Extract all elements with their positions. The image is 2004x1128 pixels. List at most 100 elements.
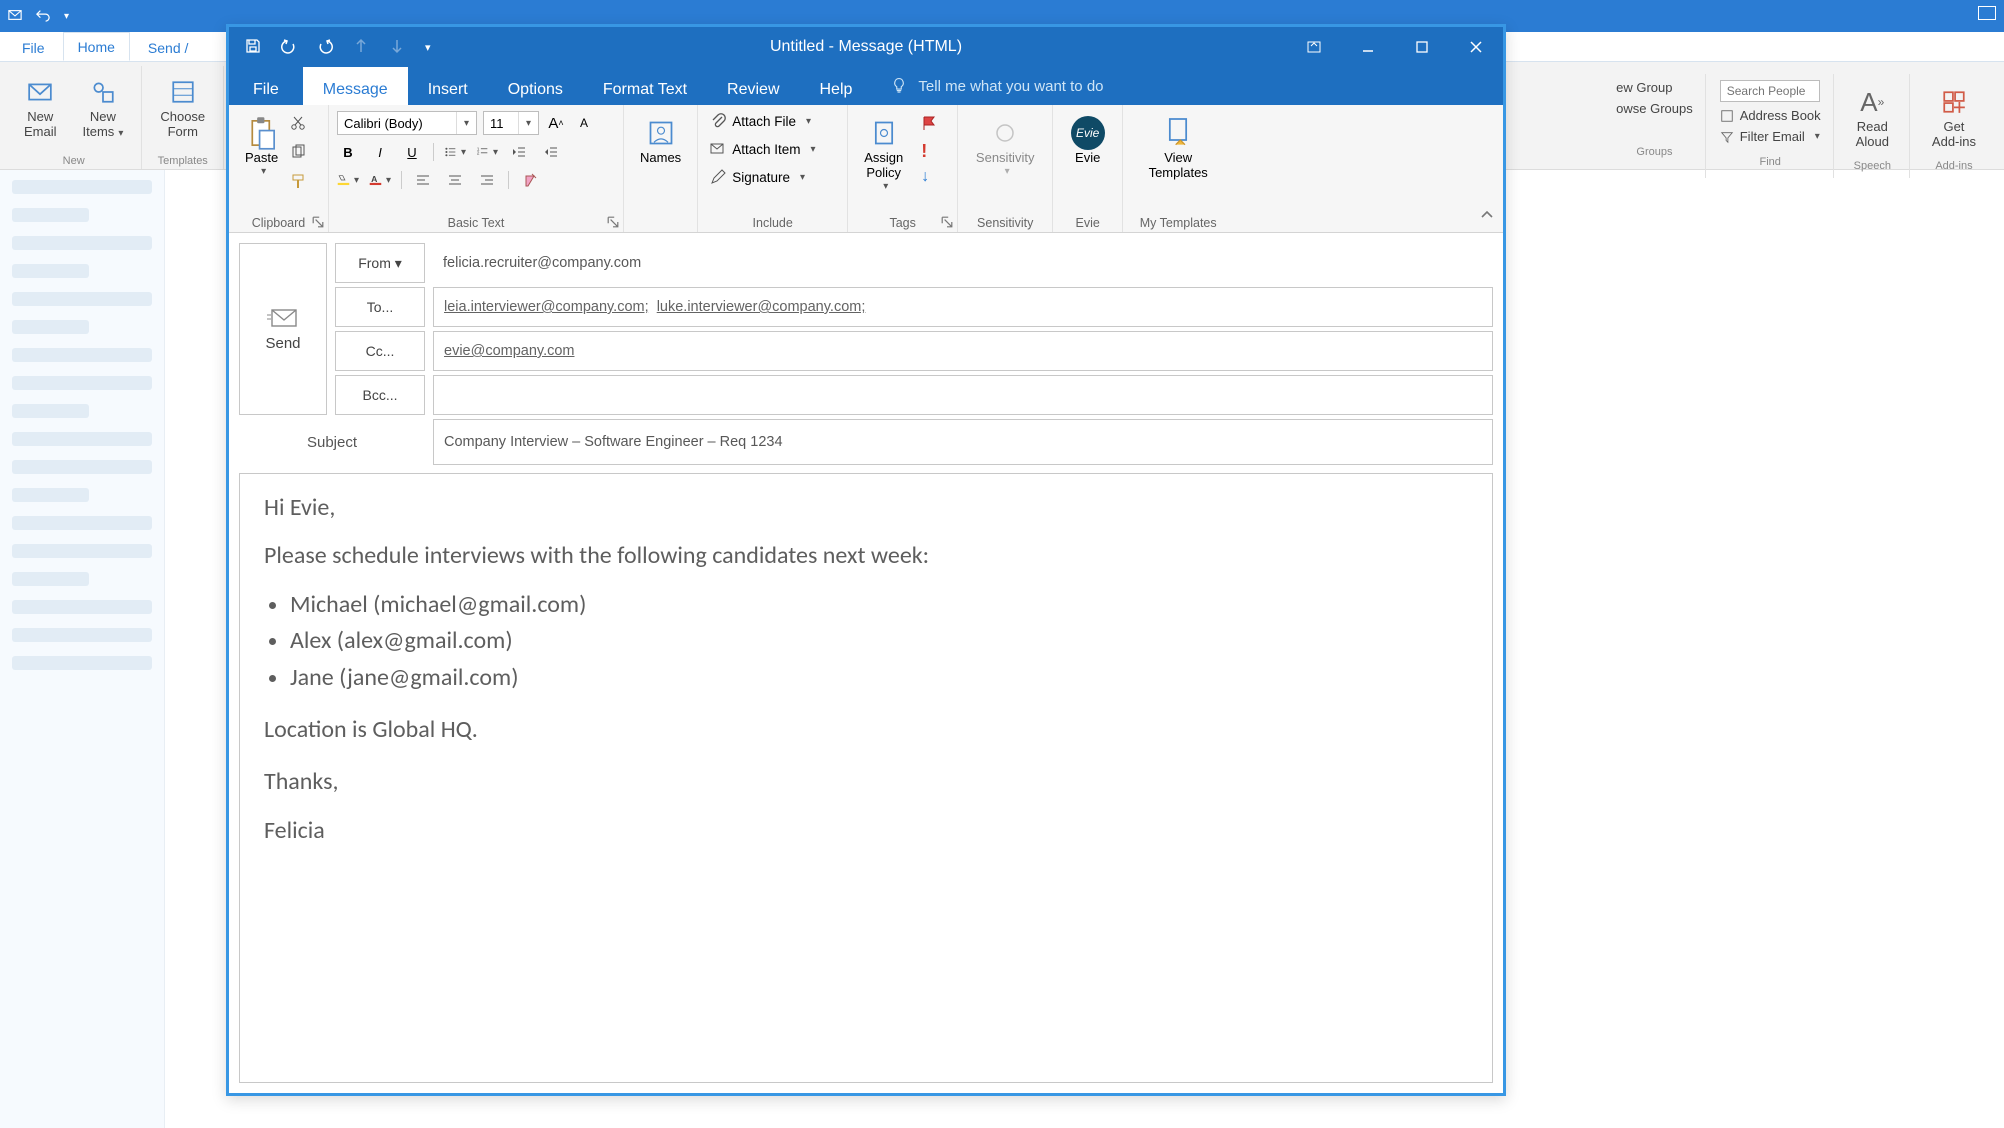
group-templates: Choose Form Templates — [142, 66, 224, 169]
minimize-icon[interactable] — [1341, 27, 1395, 67]
dialog-launcher-icon[interactable] — [941, 216, 953, 228]
body-intro: Please schedule interviews with the foll… — [264, 540, 1468, 572]
body-location: Location is Global HQ. — [264, 714, 1468, 746]
tab-options[interactable]: Options — [488, 67, 583, 105]
compose-header: Send From ▾ felicia.recruiter@company.co… — [229, 233, 1503, 465]
tab-send[interactable]: Send / — [134, 34, 202, 61]
bold-button[interactable]: B — [337, 141, 359, 163]
view-templates-button[interactable]: View Templates — [1131, 111, 1225, 185]
prev-icon — [353, 38, 369, 57]
align-center-icon[interactable] — [444, 169, 466, 191]
maximize-icon[interactable] — [1395, 27, 1449, 67]
filter-email-button[interactable]: Filter Email — [1720, 129, 1820, 144]
clear-formatting-icon[interactable] — [519, 169, 541, 191]
group-new: New Email New Items New — [6, 66, 142, 169]
low-importance-icon[interactable]: ↓ — [921, 168, 937, 186]
underline-button[interactable]: U — [401, 141, 423, 163]
dialog-launcher-icon[interactable] — [312, 216, 324, 228]
tab-format-text[interactable]: Format Text — [583, 67, 707, 105]
search-people-input[interactable] — [1720, 80, 1820, 102]
align-right-icon[interactable] — [476, 169, 498, 191]
tab-message[interactable]: Message — [303, 67, 408, 105]
collapse-ribbon-icon[interactable] — [1479, 207, 1495, 226]
cc-button[interactable]: Cc... — [335, 331, 425, 371]
get-addins-button[interactable]: Get Add-ins — [1924, 80, 1984, 154]
tab-file[interactable]: File — [8, 34, 59, 61]
compose-ribbon-tabs: File Message Insert Options Format Text … — [229, 67, 1503, 105]
new-group-button[interactable]: ew Group — [1616, 80, 1672, 95]
to-button[interactable]: To... — [335, 287, 425, 327]
folder-pane[interactable] — [0, 170, 165, 1128]
redo-icon[interactable] — [317, 38, 333, 57]
font-size-selector[interactable]: ▾ — [483, 111, 539, 135]
attach-item-button[interactable]: Attach Item — [706, 139, 839, 159]
tab-home[interactable]: Home — [63, 32, 130, 61]
from-button[interactable]: From ▾ — [335, 243, 425, 283]
restore-window-icon[interactable] — [1978, 6, 1996, 20]
save-icon[interactable] — [245, 38, 261, 57]
decrease-indent-icon[interactable] — [508, 141, 530, 163]
ribbon-display-icon[interactable] — [1287, 27, 1341, 67]
align-left-icon[interactable] — [412, 169, 434, 191]
group-include: Attach File Attach Item Signature Includ… — [698, 105, 848, 232]
cc-field[interactable]: evie@company.com — [433, 331, 1493, 371]
qat-more-icon[interactable]: ▾ — [64, 11, 69, 22]
copy-icon[interactable] — [290, 144, 306, 163]
group-evie: Evie Evie Evie — [1053, 105, 1123, 232]
highlight-icon[interactable] — [337, 169, 359, 191]
follow-up-flag-icon[interactable] — [921, 115, 937, 134]
assign-policy-button[interactable]: Assign Policy — [856, 111, 911, 196]
increase-indent-icon[interactable] — [540, 141, 562, 163]
undo-icon[interactable] — [36, 8, 50, 25]
cut-icon[interactable] — [290, 115, 306, 134]
body-signature: Felicia — [264, 815, 1468, 847]
tab-help[interactable]: Help — [800, 67, 873, 105]
mail-attach-icon — [710, 141, 726, 157]
paste-button[interactable]: Paste — [237, 111, 286, 181]
browse-groups-button[interactable]: owse Groups — [1616, 101, 1693, 116]
shrink-font-icon[interactable]: A — [573, 112, 595, 134]
to-field[interactable]: leia.interviewer@company.com; luke.inter… — [433, 287, 1493, 327]
evie-button[interactable]: Evie Evie — [1061, 111, 1114, 170]
format-painter-icon[interactable] — [290, 173, 306, 192]
lightbulb-icon — [890, 77, 908, 95]
compose-titlebar: ▾ Untitled - Message (HTML) — [229, 27, 1503, 67]
bcc-button[interactable]: Bcc... — [335, 375, 425, 415]
font-name-selector[interactable]: ▾ — [337, 111, 477, 135]
tab-insert[interactable]: Insert — [408, 67, 488, 105]
attach-file-button[interactable]: Attach File — [706, 111, 839, 131]
choose-form-button[interactable]: Choose Form — [152, 70, 213, 144]
signature-button[interactable]: Signature — [706, 167, 839, 187]
subject-label: Subject — [239, 419, 425, 465]
new-email-button[interactable]: New Email — [16, 70, 65, 144]
send-mail-icon — [266, 307, 300, 331]
tell-me-search[interactable]: Tell me what you want to do — [872, 67, 1503, 105]
numbering-icon[interactable]: 12 — [476, 141, 498, 163]
grow-font-icon[interactable]: A˄ — [545, 112, 567, 134]
close-icon[interactable] — [1449, 27, 1503, 67]
undo-icon[interactable] — [281, 38, 297, 57]
send-button[interactable]: Send — [239, 243, 327, 415]
read-aloud-button[interactable]: A» Read Aloud — [1848, 80, 1897, 154]
tab-file[interactable]: File — [229, 67, 303, 105]
outlook-icon — [8, 8, 22, 25]
body-greeting: Hi Evie, — [264, 492, 1468, 524]
new-items-button[interactable]: New Items — [75, 70, 132, 144]
customize-qat-icon[interactable]: ▾ — [425, 41, 431, 54]
group-basic-text: ▾ ▾ A˄ A B I U 12 A — [329, 105, 624, 232]
sensitivity-button[interactable]: Sensitivity — [966, 111, 1044, 181]
paperclip-icon — [710, 113, 726, 129]
address-book-button[interactable]: Address Book — [1720, 108, 1821, 123]
tab-review[interactable]: Review — [707, 67, 799, 105]
bcc-field[interactable] — [433, 375, 1493, 415]
high-importance-icon[interactable]: ! — [921, 144, 937, 158]
font-color-icon[interactable]: A — [369, 169, 391, 191]
names-button[interactable]: Names — [632, 111, 689, 170]
italic-button[interactable]: I — [369, 141, 391, 163]
list-item: Michael (michael@gmail.com) — [290, 589, 1468, 621]
dialog-launcher-icon[interactable] — [607, 216, 619, 228]
bullets-icon[interactable] — [444, 141, 466, 163]
compose-ribbon: Paste Clipboard ▾ ▾ — [229, 105, 1503, 233]
subject-field[interactable]: Company Interview – Software Engineer – … — [433, 419, 1493, 465]
message-body[interactable]: Hi Evie, Please schedule interviews with… — [239, 473, 1493, 1083]
